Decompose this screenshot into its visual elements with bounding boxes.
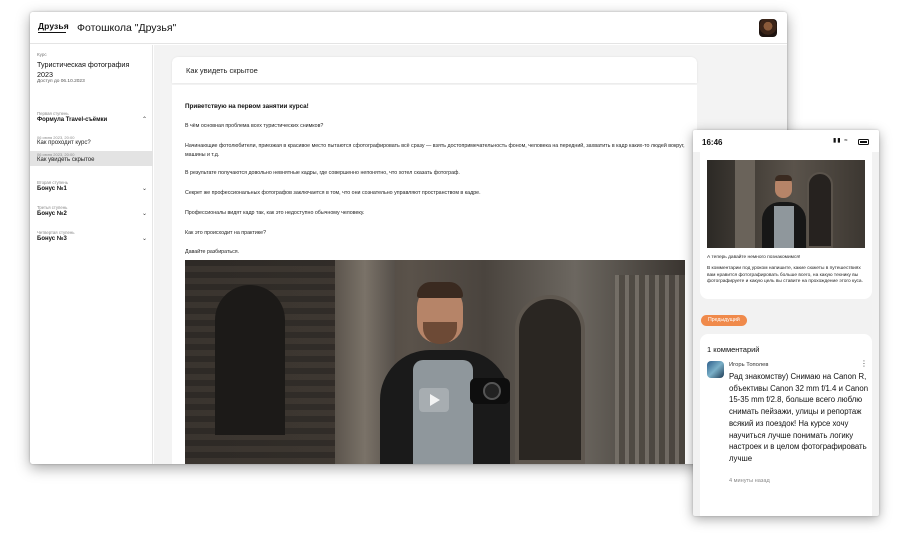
status-bar: 16:46 ▮▮ ≈ <box>693 130 879 152</box>
desktop-window: Друзья Фотошкола "Друзья" Курс Туристиче… <box>30 12 787 464</box>
mobile-lesson-card: А теперь давайте немного познакомимся! В… <box>700 152 872 299</box>
video-camera-lens <box>483 382 501 400</box>
stage-3[interactable]: Третья ступень Бонус №2 ⌄ <box>30 205 153 225</box>
school-title: Фотошкола "Друзья" <box>77 22 177 34</box>
logo[interactable]: Друзья <box>38 21 69 31</box>
chevron-down-icon[interactable]: ⌄ <box>142 210 147 217</box>
intro-line: В комментарии под уроком напишите, какие… <box>707 266 863 284</box>
video-bg-facade <box>615 275 685 464</box>
play-icon[interactable] <box>419 388 449 412</box>
mobile-intro-text: А теперь давайте немного познакомимся! В… <box>707 255 867 285</box>
chevron-up-icon[interactable]: ⌃ <box>142 116 147 123</box>
comments-card: 1 комментарий Игорь Тополев ⋮ Рад знаком… <box>700 334 872 516</box>
lesson-paragraph: Начинающие фотолюбители, приезжая в крас… <box>185 143 685 158</box>
mobile-video[interactable] <box>707 160 865 248</box>
chevron-down-icon[interactable]: ⌄ <box>142 185 147 192</box>
video-person-shirt <box>413 360 473 464</box>
phone-screen: 16:46 ▮▮ ≈ А теперь давайте немного позн… <box>693 130 879 516</box>
lesson-title: Как увидеть скрытое <box>186 66 258 75</box>
video-person-hair <box>417 282 463 298</box>
course-caption: Курс <box>37 52 47 57</box>
video-person-hair <box>775 175 792 181</box>
lesson-paragraph: В чём основная проблема всех туристическ… <box>185 123 324 129</box>
access-until: Доступ до 06.10.2023 <box>37 79 85 84</box>
logo-underline <box>38 32 66 33</box>
lesson-paragraph: Секрет же профессиональных фотографов за… <box>185 190 481 196</box>
lesson-video[interactable] <box>185 260 685 464</box>
lesson-paragraph: Профессионалы видят кадр так, как это не… <box>185 210 365 216</box>
stage-4[interactable]: Четвертая ступень Бонус №3 ⌄ <box>30 230 153 250</box>
stage-name: Формула Travel-съёмки <box>37 117 108 123</box>
lesson-paragraph: Давайте разбираться. <box>185 249 240 255</box>
user-avatar[interactable] <box>759 19 777 37</box>
comment-text: Рад знакомству) Снимаю на Canon R, объек… <box>729 372 869 463</box>
previous-button[interactable]: Предыдущий <box>701 315 747 326</box>
video-person-shirt <box>774 206 794 248</box>
sidebar: Курс Туристическая фотография 2023 Досту… <box>30 45 153 464</box>
signal-icon: ▮▮ ≈ <box>833 138 849 144</box>
stage-name: Бонус №3 <box>37 236 67 242</box>
sidebar-lesson-1[interactable]: 06 июня 2023, 20:00 Как проходит курс? <box>30 134 153 149</box>
stage-name: Бонус №1 <box>37 186 67 192</box>
video-bg-arch <box>215 285 285 435</box>
comment-author[interactable]: Игорь Тополев <box>729 362 768 368</box>
video-bg-window <box>515 295 585 464</box>
stage-caption: Третья ступень <box>37 205 68 210</box>
top-bar: Друзья Фотошкола "Друзья" <box>30 12 787 44</box>
stage-1[interactable]: Первая ступень Формула Travel-съёмки ⌃ <box>30 111 153 131</box>
lesson-greeting: Приветствую на первом занятии курса! <box>185 103 309 110</box>
stage-caption: Вторая ступень <box>37 180 68 185</box>
status-time: 16:46 <box>702 138 723 147</box>
stage-caption: Первая ступень <box>37 111 69 116</box>
lesson-body: Приветствую на первом занятии курса! В ч… <box>172 85 697 464</box>
avatar[interactable] <box>707 361 724 378</box>
lesson-name: Как увидеть скрытое <box>37 157 95 163</box>
sidebar-lesson-2-active[interactable]: 06 июня 2023, 20:00 Как увидеть скрытое <box>30 151 153 166</box>
video-bg-window <box>807 172 833 248</box>
stage-name: Бонус №2 <box>37 211 67 217</box>
intro-line: А теперь давайте немного познакомимся! <box>707 255 801 260</box>
lesson-header: Как увидеть скрытое <box>172 57 697 83</box>
stage-caption: Четвертая ступень <box>37 230 75 235</box>
stage-2[interactable]: Вторая ступень Бонус №1 ⌄ <box>30 180 153 200</box>
course-title: Туристическая фотография 2023 <box>37 60 130 79</box>
lesson-paragraph: Как это происходит на практике? <box>185 230 267 236</box>
video-bg-pillar <box>735 160 755 248</box>
comment-time: 4 минуты назад <box>729 478 770 484</box>
battery-icon <box>858 139 869 145</box>
lesson-paragraph: В результате получаются довольно невнятн… <box>185 170 460 176</box>
comments-count: 1 комментарий <box>707 345 760 354</box>
lesson-name: Как проходит курс? <box>37 140 91 146</box>
more-vertical-icon[interactable]: ⋮ <box>860 360 868 368</box>
chevron-down-icon[interactable]: ⌄ <box>142 235 147 242</box>
